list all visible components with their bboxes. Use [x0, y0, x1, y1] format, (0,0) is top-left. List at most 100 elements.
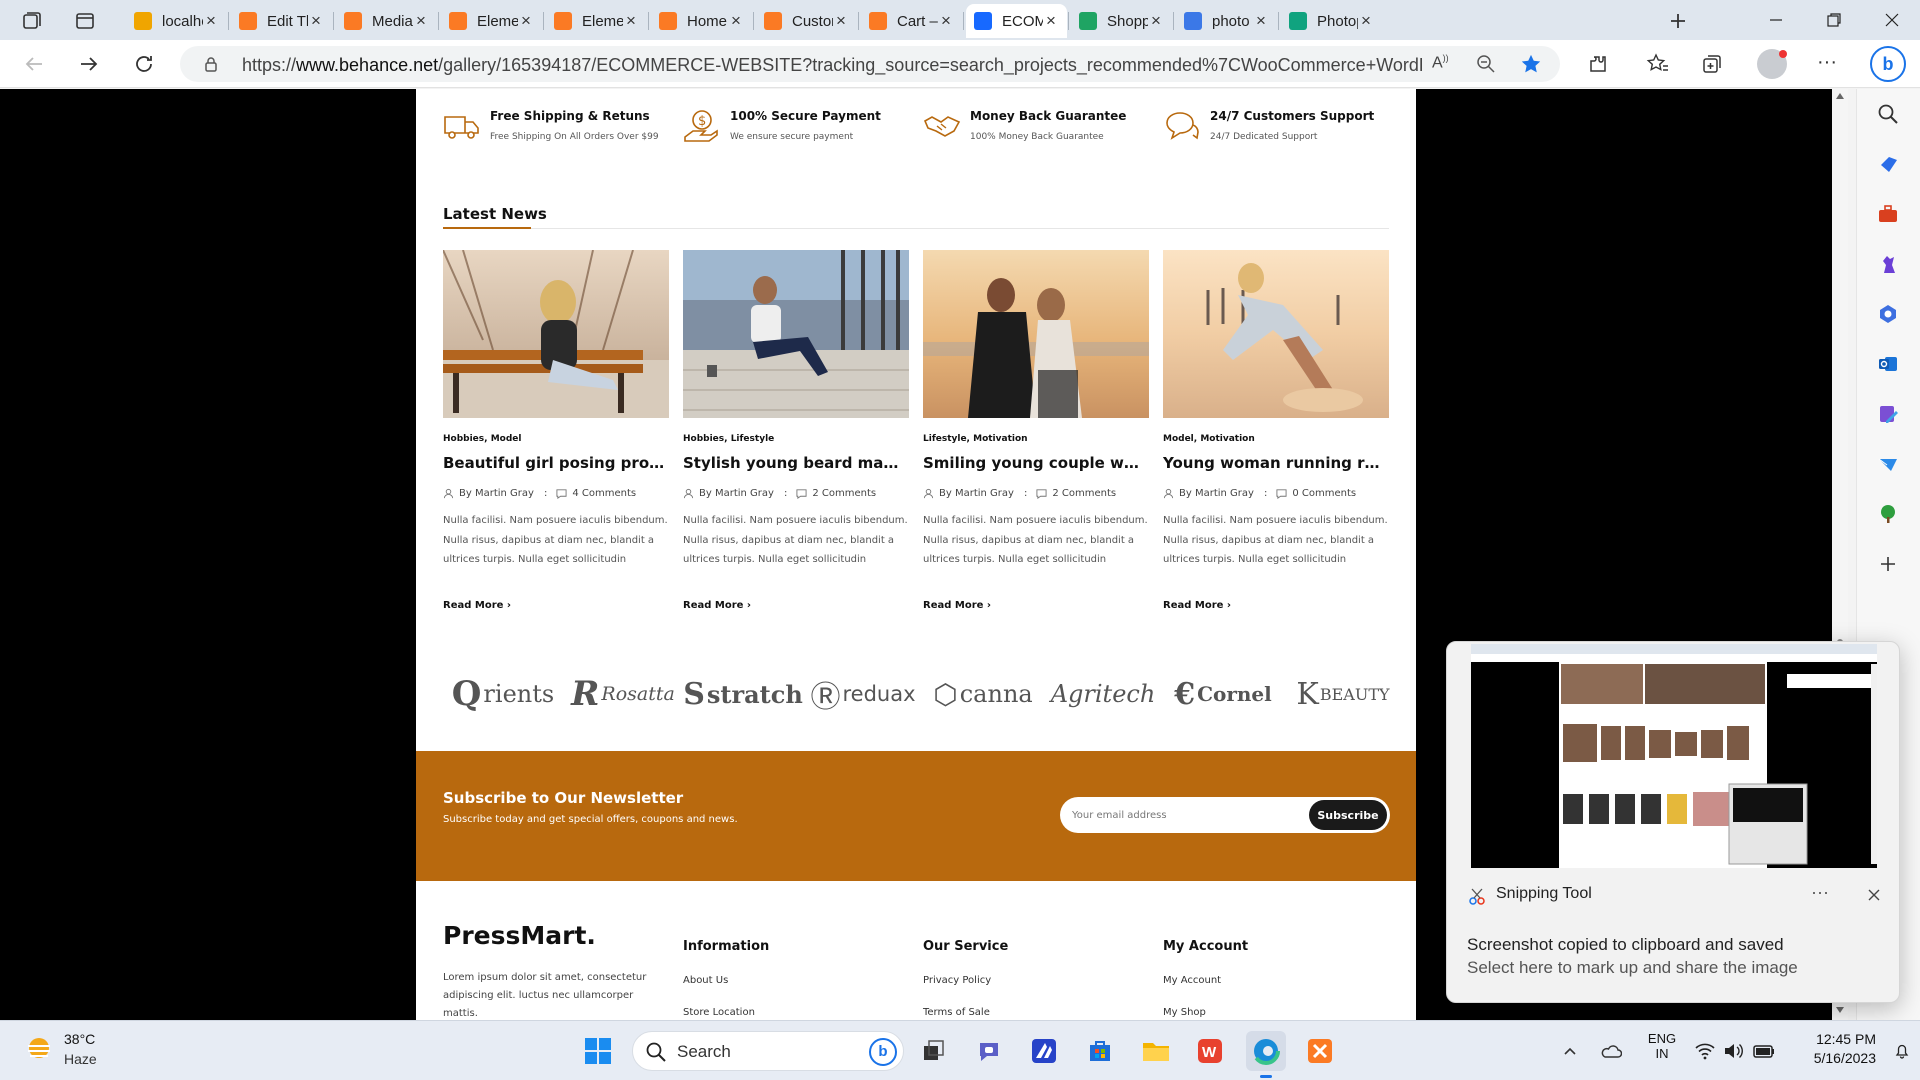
post-comments[interactable]: 2 Comments: [1052, 488, 1116, 499]
post-image[interactable]: [443, 250, 669, 418]
close-tab-icon[interactable]: ×: [1358, 11, 1374, 31]
close-tab-icon[interactable]: ×: [413, 11, 429, 31]
post-category[interactable]: Lifestyle, Motivation: [923, 434, 1028, 444]
post-title[interactable]: Beautiful girl posing professi...: [443, 454, 669, 472]
read-more-link[interactable]: Read More ›: [1163, 600, 1231, 611]
minimize-button[interactable]: [1766, 10, 1786, 30]
browser-tab[interactable]: Shoppi×: [1071, 4, 1172, 38]
subscribe-button[interactable]: Subscribe: [1309, 800, 1387, 830]
sidebar-add-icon[interactable]: [1873, 549, 1903, 579]
post-title[interactable]: Stylish young beard man in ...: [683, 454, 909, 472]
show-hidden-icons[interactable]: [1562, 1043, 1578, 1059]
wifi-icon[interactable]: [1694, 1041, 1716, 1061]
brand-logo[interactable]: € Cornel: [1164, 672, 1282, 716]
browser-tab[interactable]: photo ×: [1176, 4, 1277, 38]
collections-icon[interactable]: [1700, 52, 1724, 76]
screenshot-thumbnail[interactable]: [1471, 644, 1877, 868]
start-button[interactable]: [578, 1031, 618, 1071]
sidebar-outlook-icon[interactable]: [1873, 349, 1903, 379]
close-tab-icon[interactable]: ×: [308, 11, 324, 31]
volume-icon[interactable]: [1722, 1041, 1744, 1061]
sidebar-edit-icon[interactable]: [1873, 399, 1903, 429]
browser-tab[interactable]: Custon×: [756, 4, 857, 38]
browser-tab[interactable]: Elemen×: [546, 4, 647, 38]
brand-logo[interactable]: ⬡ canna: [924, 672, 1042, 716]
clock[interactable]: 12:45 PM 5/16/2023: [1790, 1031, 1876, 1066]
close-tab-icon[interactable]: ×: [833, 11, 849, 31]
teams-chat-icon[interactable]: [970, 1031, 1010, 1071]
wps-office-icon[interactable]: W: [1190, 1031, 1230, 1071]
weather-temp[interactable]: 38°C: [64, 1031, 95, 1047]
teams-app-icon[interactable]: [1024, 1031, 1064, 1071]
sidebar-shopping-icon[interactable]: [1873, 149, 1903, 179]
footer-link[interactable]: My Shop: [1163, 1007, 1206, 1018]
sidebar-send-icon[interactable]: [1873, 449, 1903, 479]
post-title[interactable]: Young woman running race ...: [1163, 454, 1389, 472]
footer-link[interactable]: Terms of Sale: [923, 1007, 990, 1018]
weather-icon[interactable]: [24, 1033, 54, 1063]
browser-tab[interactable]: ECOM ×: [966, 4, 1067, 38]
footer-link[interactable]: About Us: [683, 975, 728, 986]
close-tab-icon[interactable]: ×: [938, 11, 954, 31]
post-category[interactable]: Hobbies, Lifestyle: [683, 434, 774, 444]
favorite-star-icon[interactable]: [1520, 53, 1542, 75]
browser-tab[interactable]: localho×: [126, 4, 227, 38]
read-more-link[interactable]: Read More ›: [443, 600, 511, 611]
close-tab-icon[interactable]: ×: [1253, 11, 1269, 31]
sidebar-tree-icon[interactable]: [1873, 499, 1903, 529]
read-more-link[interactable]: Read More ›: [923, 600, 991, 611]
browser-tab[interactable]: Cart – ×: [861, 4, 962, 38]
close-tab-icon[interactable]: ×: [728, 11, 744, 31]
notification-bell-icon[interactable]: [1894, 1043, 1910, 1059]
read-more-link[interactable]: Read More ›: [683, 600, 751, 611]
footer-link[interactable]: Privacy Policy: [923, 975, 991, 986]
post-author[interactable]: By Martin Gray: [939, 488, 1014, 499]
edge-browser-icon[interactable]: [1246, 1031, 1286, 1071]
weather-desc[interactable]: Haze: [64, 1051, 97, 1067]
footer-logo[interactable]: PressMart.: [443, 921, 596, 950]
brand-logo[interactable]: Ⓡreduax: [804, 672, 922, 716]
notification-close-icon[interactable]: [1865, 886, 1883, 904]
browser-tab[interactable]: Media ×: [336, 4, 437, 38]
footer-link[interactable]: Store Location: [683, 1007, 755, 1018]
post-image[interactable]: [1163, 250, 1389, 418]
taskbar-search[interactable]: Search b: [632, 1031, 904, 1071]
brand-logo[interactable]: Agritech: [1044, 672, 1162, 716]
brand-logo[interactable]: Qrients: [444, 672, 562, 716]
more-menu-icon[interactable]: ···: [1815, 52, 1839, 76]
browser-tab[interactable]: Photop×: [1281, 4, 1382, 38]
sidebar-tools-icon[interactable]: [1873, 199, 1903, 229]
sidebar-search-icon[interactable]: [1873, 99, 1903, 129]
post-image[interactable]: [683, 250, 909, 418]
post-comments[interactable]: 2 Comments: [812, 488, 876, 499]
bing-icon[interactable]: b: [869, 1038, 897, 1066]
url-text[interactable]: https://www.behance.net/gallery/16539418…: [242, 55, 1422, 76]
post-image[interactable]: [923, 250, 1149, 418]
browser-tab[interactable]: Edit Th×: [231, 4, 332, 38]
post-comments[interactable]: 4 Comments: [572, 488, 636, 499]
workspaces-icon[interactable]: [20, 9, 44, 33]
snipping-tool-notification[interactable]: Snipping Tool ··· Screenshot copied to c…: [1446, 641, 1900, 1003]
new-tab-button[interactable]: [1666, 9, 1690, 33]
file-explorer-icon[interactable]: [1136, 1031, 1176, 1071]
brand-logo[interactable]: K BEAUTY: [1284, 672, 1402, 716]
task-view-icon[interactable]: [914, 1031, 954, 1071]
close-tab-icon[interactable]: ×: [1148, 11, 1164, 31]
post-title[interactable]: Smiling young couple walkin...: [923, 454, 1149, 472]
read-aloud-icon[interactable]: A)): [1432, 53, 1454, 75]
refresh-button[interactable]: [132, 52, 156, 76]
post-category[interactable]: Model, Motivation: [1163, 434, 1255, 444]
xampp-icon[interactable]: [1300, 1031, 1340, 1071]
email-input[interactable]: [1072, 803, 1302, 827]
restore-button[interactable]: [1824, 10, 1844, 30]
close-window-button[interactable]: [1882, 10, 1902, 30]
notification-more-icon[interactable]: ···: [1807, 882, 1833, 906]
close-tab-icon[interactable]: ×: [623, 11, 639, 31]
footer-link[interactable]: My Account: [1163, 975, 1221, 986]
forward-button[interactable]: [77, 52, 101, 76]
sidebar-microsoft365-icon[interactable]: [1873, 299, 1903, 329]
browser-tab[interactable]: Home ×: [651, 4, 752, 38]
brand-logo[interactable]: Sstratch: [683, 672, 803, 716]
tab-actions-icon[interactable]: [73, 9, 97, 33]
address-bar[interactable]: https://www.behance.net/gallery/16539418…: [180, 46, 1560, 82]
